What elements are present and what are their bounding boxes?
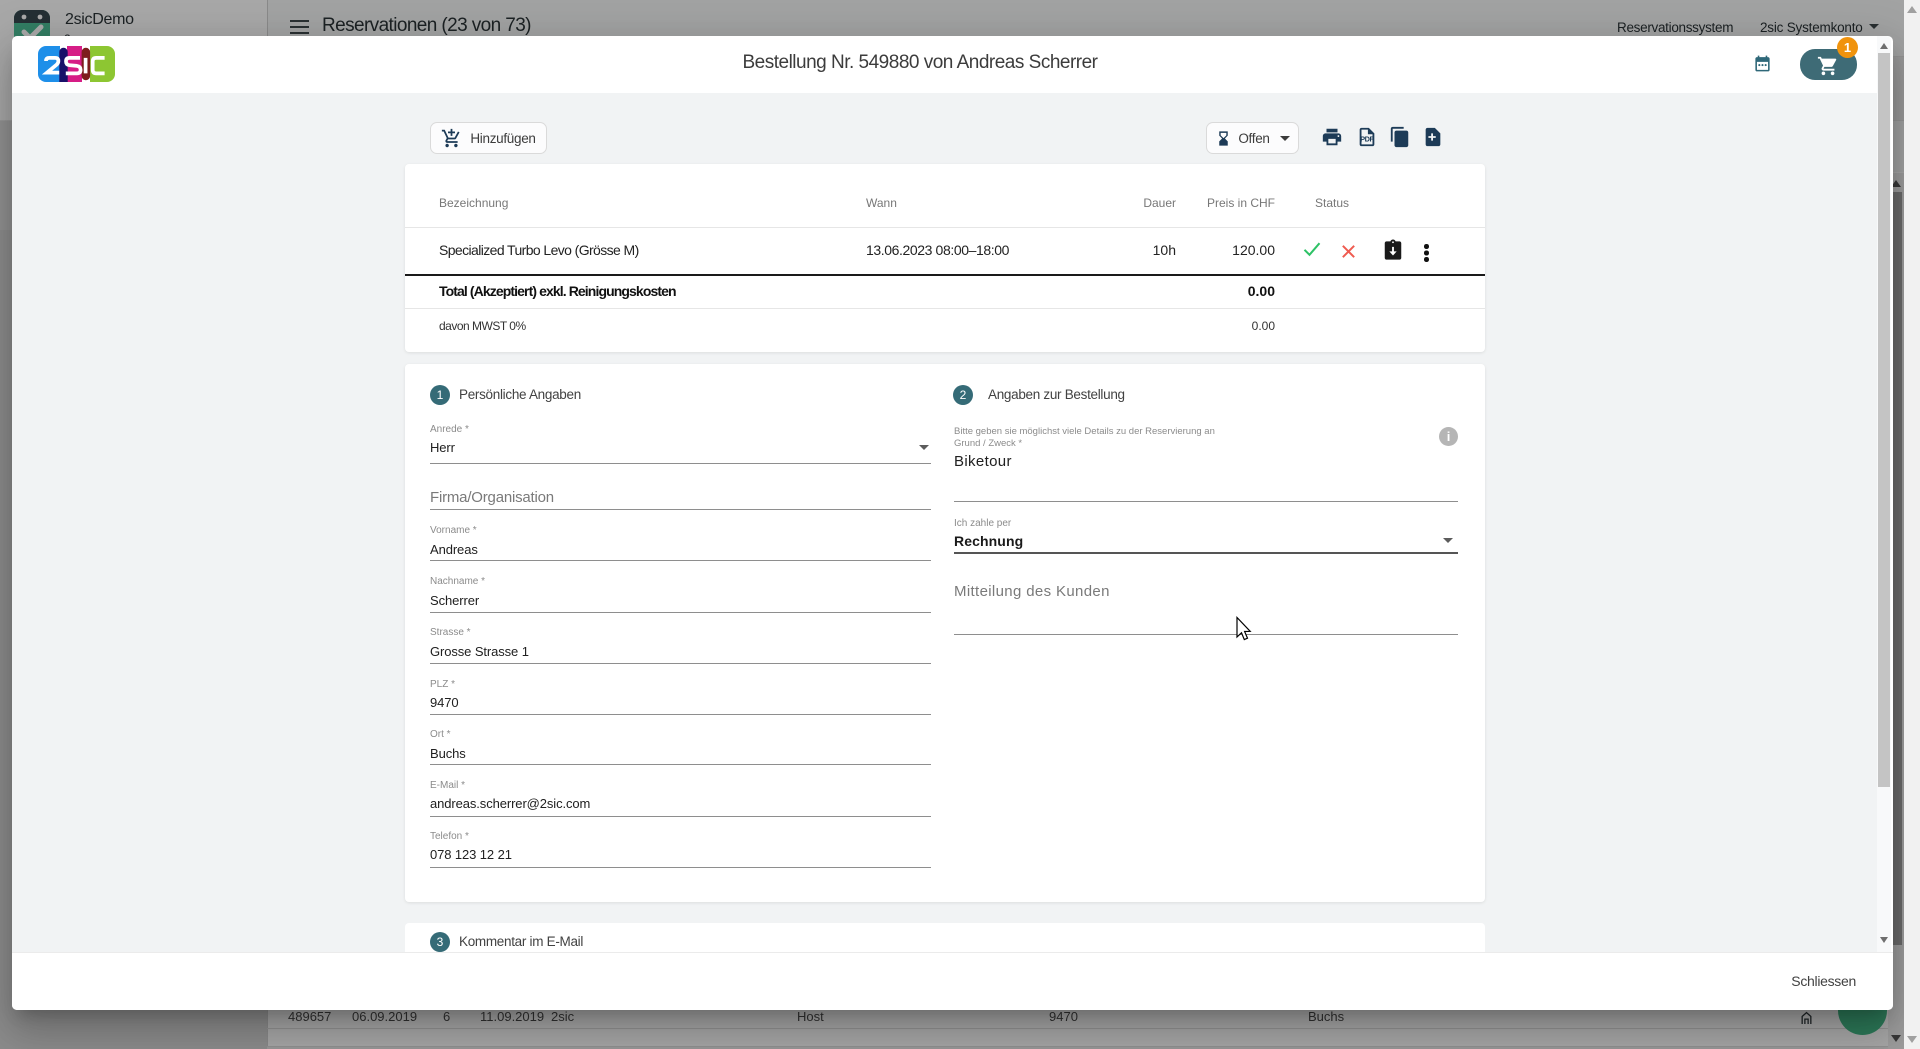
svg-text:PDF: PDF [1360,135,1374,144]
